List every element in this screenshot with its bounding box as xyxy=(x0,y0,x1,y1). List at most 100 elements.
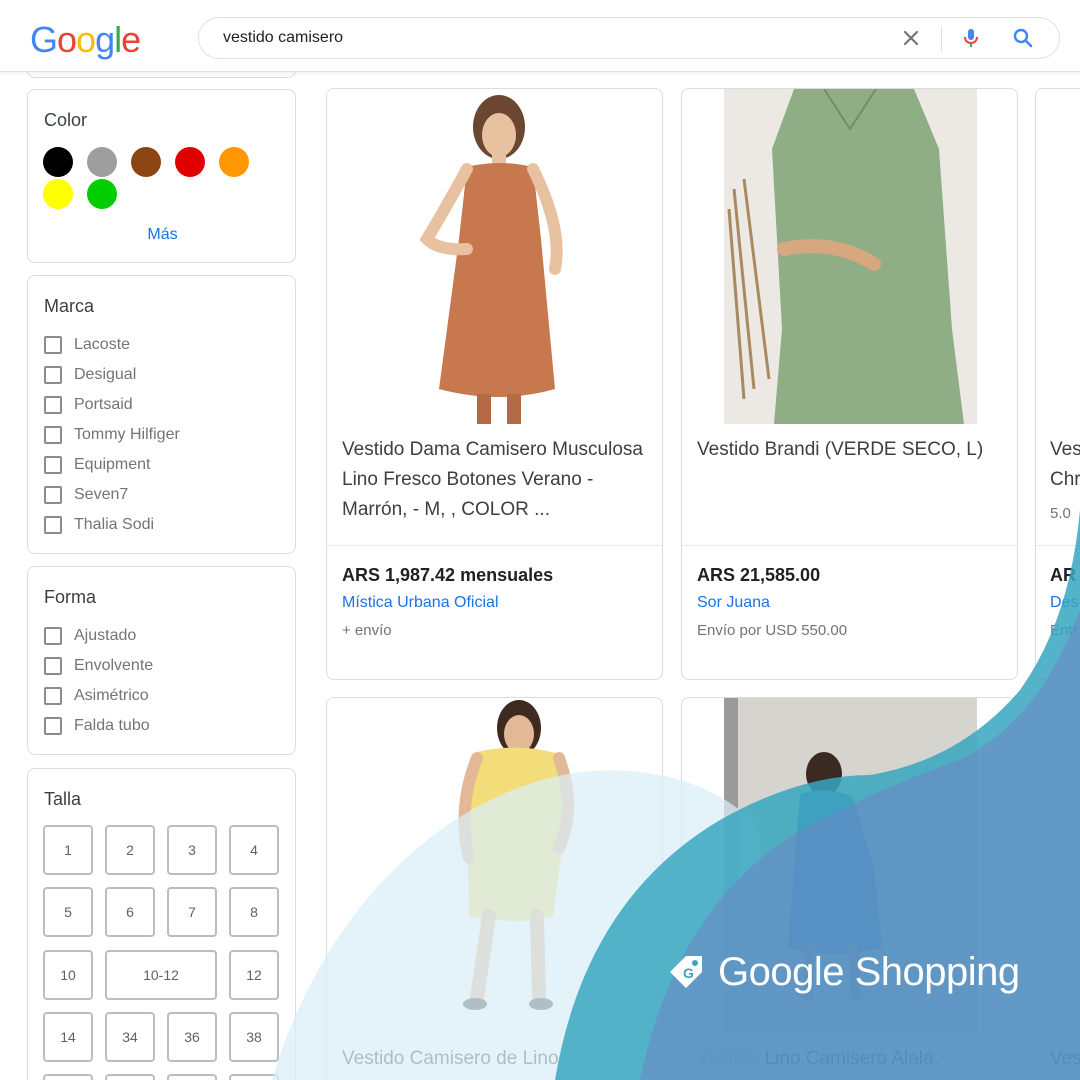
size-option[interactable]: 1 xyxy=(43,825,93,875)
shopping-tag-icon: G xyxy=(670,956,702,988)
color-swatch-red[interactable] xyxy=(175,147,205,177)
microphone-icon[interactable] xyxy=(959,26,983,50)
checkbox[interactable] xyxy=(44,456,62,474)
size-option[interactable] xyxy=(167,1074,217,1080)
size-option[interactable]: 2 xyxy=(105,825,155,875)
merchant-link[interactable]: Sor Juana xyxy=(697,594,770,612)
merchant-link[interactable]: Mística Urbana Oficial xyxy=(342,594,499,612)
checkbox[interactable] xyxy=(44,627,62,645)
brand-option-label: Seven7 xyxy=(74,486,129,503)
brand-wordmark: Google Shopping xyxy=(718,949,1020,994)
size-option[interactable]: 14 xyxy=(43,1012,93,1062)
color-swatch-gray[interactable] xyxy=(87,147,117,177)
color-swatch-brown[interactable] xyxy=(131,147,161,177)
checkbox[interactable] xyxy=(44,657,62,675)
card-divider xyxy=(1036,545,1080,546)
google-logo[interactable]: Google xyxy=(30,18,141,62)
brand-option[interactable]: Equipment xyxy=(44,453,151,477)
product-title[interactable]: Vestido Lino Camisero Alalá. xyxy=(697,1044,1005,1074)
product-rating: 5.0 xyxy=(1050,505,1071,522)
product-image[interactable] xyxy=(1036,89,1080,424)
product-price: ARS 1,987.42 mensuales xyxy=(342,565,554,585)
product-title[interactable]: Ves xyxy=(1050,435,1080,465)
card-divider xyxy=(327,545,662,546)
shape-filter-title: Forma xyxy=(44,587,97,607)
color-filter-panel: Color Más xyxy=(27,89,296,263)
checkbox[interactable] xyxy=(44,687,62,705)
checkbox[interactable] xyxy=(44,516,62,534)
product-title[interactable]: Vestido Camisero de Lino xyxy=(342,1044,650,1074)
color-swatch-black[interactable] xyxy=(43,147,73,177)
shape-option[interactable]: Falda tubo xyxy=(44,714,150,738)
search-input[interactable] xyxy=(223,26,883,50)
product-price: ARS 21,585.00 xyxy=(697,565,821,585)
shape-option-label: Ajustado xyxy=(74,627,137,644)
size-option[interactable] xyxy=(43,1074,93,1080)
google-shopping-brand: G Google Shopping xyxy=(666,944,1020,1000)
merchant-link[interactable]: Des xyxy=(1050,594,1078,612)
product-card[interactable]: Ves Chr 5.0 AR Des Entr xyxy=(1035,88,1080,680)
size-option[interactable]: 3 xyxy=(167,825,217,875)
product-title[interactable]: Vestido Dama Camisero Musculosa Lino Fre… xyxy=(342,435,650,525)
shape-option-label: Falda tubo xyxy=(74,717,150,734)
size-filter-panel: Talla 1 2 3 4 5 6 7 8 10 10-12 12 14 34 … xyxy=(27,768,296,1080)
brand-option-label: Lacoste xyxy=(74,336,131,353)
shape-option[interactable]: Asimétrico xyxy=(44,684,149,708)
brand-filter-title: Marca xyxy=(44,296,95,316)
size-option[interactable]: 5 xyxy=(43,887,93,937)
product-card[interactable]: Vestido Brandi (VERDE SECO, L) ARS 21,58… xyxy=(681,88,1018,680)
size-option[interactable] xyxy=(105,1074,155,1080)
checkbox[interactable] xyxy=(44,486,62,504)
size-option[interactable]: 10 xyxy=(43,950,93,1000)
brand-option[interactable]: Tommy Hilfiger xyxy=(44,423,180,447)
product-title[interactable]: Ves xyxy=(1050,1044,1080,1074)
checkbox[interactable] xyxy=(44,336,62,354)
size-option[interactable]: 36 xyxy=(167,1012,217,1062)
more-colors-link[interactable]: Más xyxy=(28,226,297,244)
product-title[interactable]: Vestido Brandi (VERDE SECO, L) xyxy=(697,435,1005,465)
size-option[interactable]: 7 xyxy=(167,887,217,937)
brand-option-label: Equipment xyxy=(74,456,151,473)
size-option[interactable] xyxy=(229,1074,279,1080)
search-icon[interactable] xyxy=(1011,26,1035,50)
brand-option-label: Thalia Sodi xyxy=(74,516,155,533)
dress-body xyxy=(467,747,565,921)
shape-option[interactable]: Ajustado xyxy=(44,624,136,648)
brand-option[interactable]: Lacoste xyxy=(44,333,130,357)
product-image[interactable] xyxy=(327,89,662,424)
size-option[interactable]: 4 xyxy=(229,825,279,875)
product-card[interactable]: Vestido Camisero de Lino xyxy=(326,697,663,1080)
product-image[interactable] xyxy=(724,89,977,424)
size-option[interactable]: 8 xyxy=(229,887,279,937)
checkbox[interactable] xyxy=(44,396,62,414)
product-title-line2: Chr xyxy=(1050,469,1080,490)
shape-option-label: Asimétrico xyxy=(74,687,149,704)
brand-option[interactable]: Desigual xyxy=(44,363,136,387)
brand-option[interactable]: Seven7 xyxy=(44,483,128,507)
dress-figure-green xyxy=(724,89,977,424)
brand-option-label: Portsaid xyxy=(74,396,133,413)
checkbox[interactable] xyxy=(44,426,62,444)
checkbox[interactable] xyxy=(44,717,62,735)
shape-option[interactable]: Envolvente xyxy=(44,654,153,678)
brand-option[interactable]: Portsaid xyxy=(44,393,133,417)
color-swatch-orange[interactable] xyxy=(219,147,249,177)
size-option[interactable]: 12 xyxy=(229,950,279,1000)
color-swatch-yellow[interactable] xyxy=(43,179,73,209)
color-swatch-green[interactable] xyxy=(87,179,117,209)
product-card[interactable]: Ves xyxy=(1035,697,1080,1080)
shape-filter-panel: Forma Ajustado Envolvente Asimétrico Fal… xyxy=(27,566,296,755)
product-card[interactable]: Vestido Dama Camisero Musculosa Lino Fre… xyxy=(326,88,663,680)
shipping-info: + envío xyxy=(342,622,392,639)
product-image[interactable] xyxy=(327,698,662,1033)
svg-text:G: G xyxy=(683,965,694,981)
size-option[interactable]: 10-12 xyxy=(105,950,217,1000)
size-option[interactable]: 6 xyxy=(105,887,155,937)
size-option[interactable]: 38 xyxy=(229,1012,279,1062)
product-card[interactable]: Vestido Lino Camisero Alalá. xyxy=(681,697,1018,1080)
size-option[interactable]: 34 xyxy=(105,1012,155,1062)
close-icon[interactable] xyxy=(899,26,923,50)
brand-filter-panel: Marca Lacoste Desigual Portsaid Tommy Hi… xyxy=(27,275,296,554)
checkbox[interactable] xyxy=(44,366,62,384)
brand-option[interactable]: Thalia Sodi xyxy=(44,513,154,537)
